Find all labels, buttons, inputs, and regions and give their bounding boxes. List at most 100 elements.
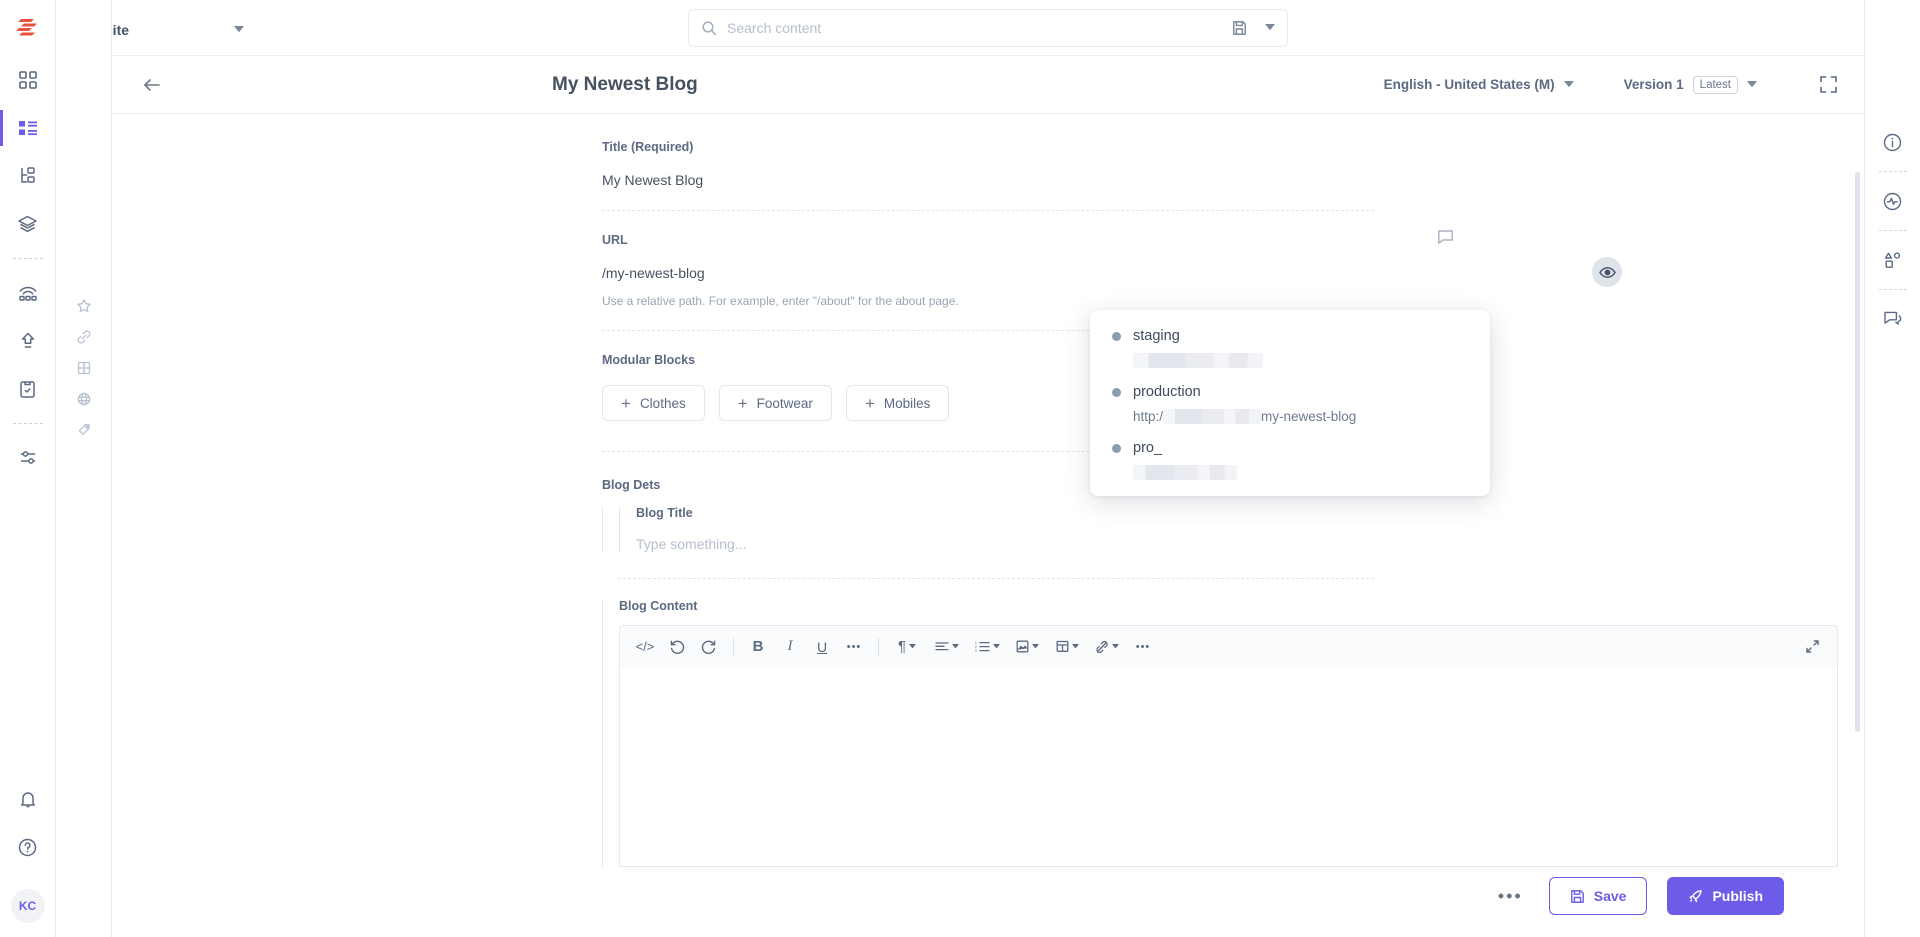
underline-icon[interactable]: U <box>807 632 837 662</box>
search-input[interactable] <box>727 19 1232 36</box>
eye-icon <box>1598 266 1616 279</box>
environments-icon <box>17 284 39 302</box>
status-dot-icon <box>1112 331 1121 341</box>
sidebar-item-settings[interactable] <box>0 434 56 482</box>
entry-form: Title (Required) My Newest Blog URL /my-… <box>112 114 1864 867</box>
url-input[interactable]: /my-newest-blog <box>602 265 705 281</box>
sidebar-item-grid[interactable] <box>56 352 112 383</box>
search-icon <box>701 20 717 36</box>
sidebar-item-links[interactable] <box>56 321 112 352</box>
environment-url <box>1133 353 1468 368</box>
field-title: Title (Required) My Newest Blog <box>112 140 1864 188</box>
field-blog-title: Blog Title Type something... <box>619 506 1838 552</box>
more-text-format-icon[interactable]: ••• <box>839 632 869 662</box>
shapes-icon <box>1882 250 1903 271</box>
rte-content-area[interactable] <box>619 667 1838 867</box>
ordered-list-icon[interactable]: 1 2 3 <box>968 632 1006 662</box>
popup-item-pro[interactable]: pro_ <box>1090 440 1490 480</box>
bold-icon[interactable]: B <box>743 632 773 662</box>
blog-title-input[interactable]: Type something... <box>636 536 1838 552</box>
sidebar-item-activity[interactable] <box>1865 179 1920 223</box>
field-label: Title (Required) <box>602 140 694 154</box>
table-icon[interactable] <box>1048 632 1086 662</box>
title-input[interactable]: My Newest Blog <box>602 172 1838 188</box>
popup-item-staging[interactable]: staging <box>1090 328 1490 368</box>
environment-url: http:/ my-newest-blog <box>1133 409 1468 424</box>
redo-icon[interactable] <box>694 632 724 662</box>
popup-item-production[interactable]: production http:/ my-newest-blog <box>1090 384 1490 424</box>
align-icon[interactable] <box>928 632 966 662</box>
sidebar-item-dashboard[interactable] <box>0 56 56 104</box>
vertical-scrollbar[interactable] <box>1855 172 1860 732</box>
save-search-icon[interactable] <box>1232 20 1247 36</box>
sidebar-item-info[interactable] <box>1865 120 1920 164</box>
main-area: Stack My Site <box>80 0 1864 937</box>
avatar[interactable]: KC <box>10 889 45 923</box>
blog-content-group: Blog Content </> B I U ••• ¶ 1 2 3 ••• <box>602 599 1838 867</box>
toolbar-divider <box>733 637 734 656</box>
back-button[interactable] <box>138 71 166 99</box>
popup-item-head: pro_ <box>1112 440 1468 456</box>
search-container <box>688 8 1288 47</box>
question-circle-icon <box>17 837 38 858</box>
italic-icon[interactable]: I <box>775 632 805 662</box>
expand-icon <box>1819 75 1838 94</box>
sidebar-item-releases[interactable] <box>0 317 56 365</box>
svg-text:3: 3 <box>975 649 977 653</box>
add-block-footwear-button[interactable]: + Footwear <box>718 385 832 421</box>
toolbar-divider <box>878 637 879 656</box>
right-sidebar-divider <box>1878 230 1907 231</box>
more-options-icon[interactable]: ••• <box>1128 632 1158 662</box>
right-sidebar-divider <box>1878 171 1907 172</box>
sidebar-item-assets[interactable] <box>0 200 56 248</box>
fullscreen-button[interactable] <box>1819 75 1838 94</box>
field-label: Blog Title <box>636 506 693 520</box>
entries-icon <box>18 119 38 137</box>
url-suffix: my-newest-blog <box>1261 409 1357 424</box>
paragraph-icon[interactable]: ¶ <box>888 632 926 662</box>
image-icon[interactable] <box>1008 632 1046 662</box>
sidebar-item-references[interactable] <box>1865 238 1920 282</box>
sidebar-item-globals[interactable] <box>56 383 112 414</box>
field-blog-dets: Blog Dets <box>112 478 1864 492</box>
rich-text-editor: </> B I U ••• ¶ 1 2 3 ••• <box>619 625 1838 867</box>
url-environment-popup: staging production http:/ my-newest-blog <box>1090 310 1490 496</box>
notifications-button[interactable] <box>0 775 56 823</box>
sidebar-item-content-types[interactable] <box>0 152 56 200</box>
sidebar-item-comments[interactable] <box>1865 297 1920 341</box>
secondary-sidebar <box>56 0 112 937</box>
add-block-clothes-button[interactable]: + Clothes <box>602 385 705 421</box>
sidebar-item-entries[interactable] <box>0 104 56 152</box>
rocket-icon <box>1688 889 1703 904</box>
expand-editor-icon[interactable] <box>1797 632 1827 662</box>
field-divider <box>618 578 1374 579</box>
field-comment-icon[interactable] <box>1437 229 1454 245</box>
help-button[interactable] <box>0 823 56 871</box>
chevron-down-icon[interactable] <box>234 26 244 33</box>
sidebar-item-environments[interactable] <box>0 269 56 317</box>
dashboard-icon <box>18 70 38 90</box>
sidebar-item-favorites[interactable] <box>56 290 112 321</box>
save-button[interactable]: Save <box>1548 877 1648 915</box>
chevron-down-icon[interactable] <box>1265 24 1275 31</box>
more-actions-button[interactable]: ••• <box>1492 885 1529 907</box>
contentstack-logo[interactable] <box>0 0 55 56</box>
link-icon[interactable] <box>1088 632 1126 662</box>
publish-button[interactable]: Publish <box>1667 877 1784 915</box>
search-bar[interactable] <box>688 8 1288 47</box>
chevron-down-icon <box>1563 81 1574 88</box>
sidebar-item-tasks[interactable] <box>0 365 56 413</box>
floppy-disk-icon <box>1570 889 1585 904</box>
sliders-icon <box>18 448 38 468</box>
version-selector[interactable]: Version 1 Latest <box>1624 75 1757 94</box>
sidebar-item-tags[interactable] <box>56 414 112 445</box>
add-block-mobiles-button[interactable]: + Mobiles <box>845 385 950 421</box>
locale-selector[interactable]: English - United States (M) <box>1384 77 1574 92</box>
activity-circle-icon <box>1882 191 1903 212</box>
field-url: URL /my-newest-blog Use a relative path.… <box>112 230 1864 308</box>
entry-form-scroll[interactable]: Title (Required) My Newest Blog URL /my-… <box>112 114 1864 937</box>
preview-url-button[interactable] <box>1592 257 1622 287</box>
chip-label: Mobiles <box>883 395 931 411</box>
code-view-icon[interactable]: </> <box>630 632 660 662</box>
undo-icon[interactable] <box>662 632 692 662</box>
